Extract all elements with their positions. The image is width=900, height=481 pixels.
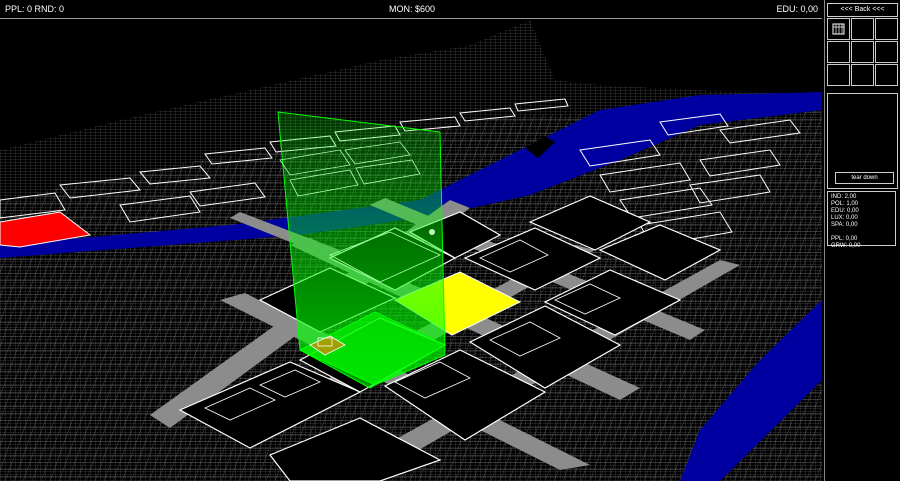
top-hud: PPL: 0 RND: 0 MON: $600 EDU: 0,00 (0, 0, 822, 19)
stats-box: IND: 2,00 POL: 1,00 EDU: 0,00 LUX: 0,00 … (827, 191, 896, 249)
stat-edu: EDU: 0,00 (831, 208, 859, 214)
city-3d-view[interactable] (0, 0, 900, 481)
build-grid (827, 18, 899, 87)
build-slot-6[interactable] (875, 41, 898, 63)
build-panel: <<< Back <<< tear down IND: 2,00 POL: 1,… (824, 0, 900, 481)
population-round-readout: PPL: 0 RND: 0 (5, 4, 65, 14)
education-readout: EDU: 0,00 (776, 4, 818, 14)
stat-ppl: PPL: 0,00 (831, 236, 858, 242)
stat-pol: POL: 1,00 (831, 201, 859, 207)
build-slot-3[interactable] (875, 18, 898, 40)
build-slot-4[interactable] (827, 41, 850, 63)
build-slot-7[interactable] (827, 64, 850, 86)
build-slot-9[interactable] (875, 64, 898, 86)
build-slot-1[interactable] (827, 18, 850, 40)
cursor-marker (429, 229, 435, 235)
stat-lux: LUX: 0,00 (831, 215, 858, 221)
building-preview: tear down (827, 93, 898, 189)
back-button[interactable]: <<< Back <<< (827, 3, 898, 17)
money-readout: MON: $600 (389, 4, 436, 14)
build-slot-2[interactable] (851, 18, 874, 40)
stat-spa: SPA: 0,00 (831, 222, 858, 228)
stat-grw: GRW: 0,00 (831, 243, 861, 249)
stat-spacer (831, 229, 895, 236)
build-slot-5[interactable] (851, 41, 874, 63)
building-icon (832, 23, 845, 35)
build-slot-8[interactable] (851, 64, 874, 86)
tear-down-button[interactable]: tear down (835, 172, 894, 184)
stat-ind: IND: 2,00 (831, 194, 857, 200)
